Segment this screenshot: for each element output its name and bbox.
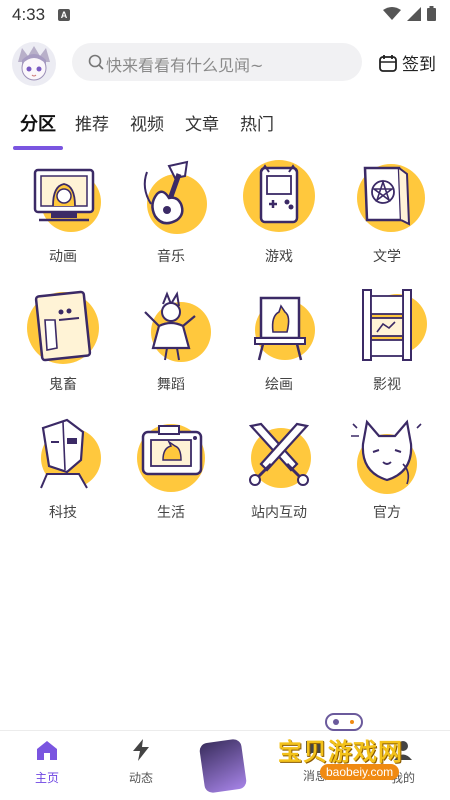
search-input[interactable]: 快来看看有什么见闻~ bbox=[72, 43, 362, 81]
category-guanfang[interactable]: 官方 bbox=[332, 414, 442, 534]
guitar-icon bbox=[129, 158, 213, 242]
category-label: 科技 bbox=[49, 505, 77, 521]
center-media-icon[interactable] bbox=[198, 738, 248, 794]
category-donghua[interactable]: 动画 bbox=[8, 158, 118, 278]
nav-label-home: 主页 bbox=[34, 771, 59, 785]
tab-bar: 分区 推荐 视频 文章 热门 bbox=[0, 104, 450, 150]
category-label: 舞蹈 bbox=[157, 377, 185, 393]
category-label: 音乐 bbox=[157, 249, 185, 265]
category-huihua[interactable]: 绘画 bbox=[224, 286, 334, 406]
status-bar: 4:33 A bbox=[0, 0, 450, 32]
lightning-icon bbox=[133, 739, 149, 761]
avatar[interactable] bbox=[12, 42, 56, 86]
battery-icon bbox=[427, 6, 436, 21]
signin-label: 签到 bbox=[402, 55, 436, 75]
search-placeholder: 快来看看有什么见闻~ bbox=[106, 56, 264, 75]
status-time: 4:33 bbox=[12, 5, 46, 24]
monitor-anime-icon bbox=[21, 158, 105, 242]
nav-label-dynamic: 动态 bbox=[128, 771, 153, 785]
film-strip-icon bbox=[345, 286, 429, 370]
category-guichu[interactable]: 鬼畜 bbox=[8, 286, 118, 406]
category-wenxue[interactable]: 文学 bbox=[332, 158, 442, 278]
calendar-icon bbox=[379, 54, 397, 72]
easel-icon bbox=[237, 286, 321, 370]
wifi-icon bbox=[383, 6, 401, 20]
category-keji[interactable]: 科技 bbox=[8, 414, 118, 534]
crossed-swords-icon bbox=[237, 414, 321, 498]
tab-shipin[interactable]: 视频 bbox=[130, 110, 164, 135]
tab-indicator bbox=[13, 146, 63, 150]
search-icon bbox=[88, 54, 104, 70]
nav-dynamic[interactable]: 动态 bbox=[96, 739, 186, 786]
category-shenghuo[interactable]: 生活 bbox=[116, 414, 226, 534]
category-yinyue[interactable]: 音乐 bbox=[116, 158, 226, 278]
category-label: 站内互动 bbox=[251, 505, 307, 521]
watermark: 宝贝游戏网 baobeiy.com bbox=[270, 710, 450, 795]
category-label: 绘画 bbox=[265, 377, 293, 393]
photo-frame-icon bbox=[21, 286, 105, 370]
gameboy-icon bbox=[237, 158, 321, 242]
category-label: 鬼畜 bbox=[49, 377, 77, 393]
status-right bbox=[383, 6, 436, 21]
header: 快来看看有什么见闻~ 签到 bbox=[0, 40, 450, 88]
signin-button[interactable]: 签到 bbox=[378, 50, 436, 75]
category-youxi[interactable]: 游戏 bbox=[224, 158, 334, 278]
camera-icon bbox=[129, 414, 213, 498]
cyborg-icon bbox=[21, 414, 105, 498]
home-icon bbox=[37, 741, 57, 760]
book-pentagram-icon bbox=[345, 158, 429, 242]
cat-girl-icon bbox=[345, 414, 429, 498]
nav-home[interactable]: 主页 bbox=[2, 739, 92, 786]
category-label: 生活 bbox=[157, 505, 185, 521]
category-label: 动画 bbox=[49, 249, 77, 265]
category-label: 影视 bbox=[373, 377, 401, 393]
signal-icon bbox=[407, 6, 421, 21]
category-yingshi[interactable]: 影视 bbox=[332, 286, 442, 406]
tab-remen[interactable]: 热门 bbox=[240, 110, 274, 135]
dancer-icon bbox=[129, 286, 213, 370]
category-wudao[interactable]: 舞蹈 bbox=[116, 286, 226, 406]
watermark-text: 宝贝游戏网 bbox=[278, 738, 403, 766]
category-label: 官方 bbox=[373, 505, 401, 521]
gamepad-logo-icon bbox=[325, 713, 363, 731]
tab-wenzhang[interactable]: 文章 bbox=[185, 110, 219, 135]
watermark-url: baobeiy.com bbox=[320, 764, 400, 780]
tab-tuijian[interactable]: 推荐 bbox=[75, 110, 109, 135]
notification-icon: A bbox=[58, 9, 70, 21]
category-zhanneihudong[interactable]: 站内互动 bbox=[224, 414, 334, 534]
category-label: 文学 bbox=[373, 249, 401, 265]
tab-fenqu[interactable]: 分区 bbox=[20, 110, 56, 136]
category-label: 游戏 bbox=[265, 249, 293, 265]
